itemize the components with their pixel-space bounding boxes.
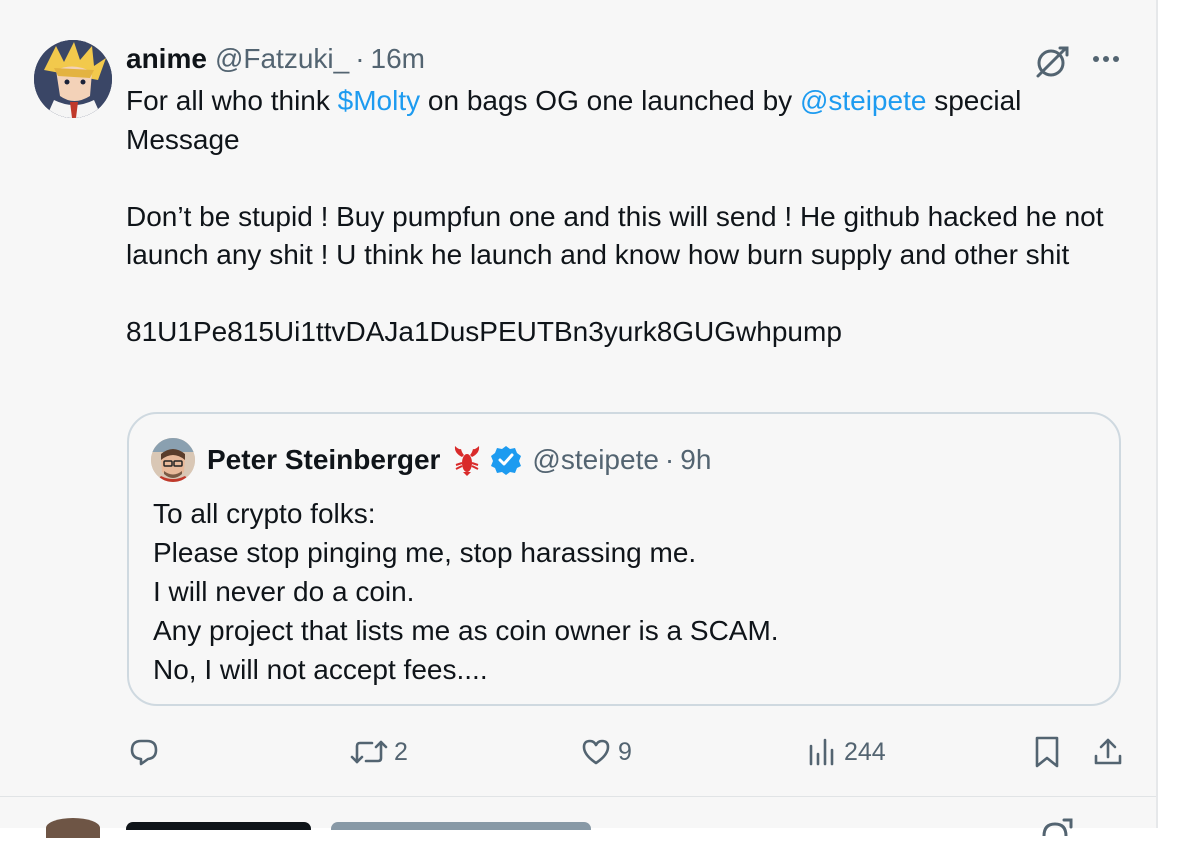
tweet-action-bar: 2 9 244	[0, 730, 1156, 774]
tweet-paragraph-3: 81U1Pe815Ui1ttvDAJa1DusPEUTBn3yurk8GUGwh…	[126, 316, 842, 347]
repost-icon	[350, 740, 388, 764]
tweet-header: anime @Fatzuki_ · 16m	[126, 41, 425, 77]
quoted-tweet[interactable]: Peter Steinberger @steipete · 9h To all …	[127, 412, 1121, 706]
repost-button[interactable]: 2	[350, 730, 408, 774]
author-avatar[interactable]	[34, 40, 112, 118]
quoted-header-separator: ·	[664, 444, 675, 475]
mention-link[interactable]: @steipete	[800, 85, 927, 116]
header-separator: ·	[355, 43, 365, 74]
cashtag-link[interactable]: $Molty	[338, 85, 420, 116]
repost-count: 2	[394, 737, 408, 766]
text-segment: For all who think	[126, 85, 338, 116]
lobster-emoji	[450, 443, 484, 477]
tweet-paragraph-2: Don’t be stupid ! Buy pumpfun one and th…	[126, 200, 1104, 271]
quoted-line: I will never do a coin.	[153, 576, 415, 607]
quoted-tweet-text: To all crypto folks: Please stop pinging…	[153, 494, 1093, 689]
share-button[interactable]	[1092, 730, 1124, 774]
share-icon	[1094, 738, 1122, 765]
tweet-paragraph-1: For all who think $Molty on bags OG one …	[126, 82, 1126, 159]
next-tweet-grok-icon[interactable]	[1036, 816, 1076, 837]
grok-icon[interactable]	[1032, 44, 1072, 80]
tweet-text: For all who think $Molty on bags OG one …	[126, 82, 1126, 352]
bookmark-button[interactable]	[1032, 730, 1062, 774]
quoted-tweet-timestamp[interactable]: 9h	[680, 444, 711, 476]
quoted-line: No, I will not accept fees....	[153, 654, 488, 685]
quoted-line: Please stop pinging me, stop harassing m…	[153, 537, 697, 568]
bookmark-icon	[1035, 736, 1059, 768]
reply-icon	[130, 739, 158, 766]
timeline-feed: anime @Fatzuki_ · 16m For all who think …	[0, 0, 1156, 838]
like-button[interactable]: 9	[580, 730, 632, 774]
quoted-author-name[interactable]: Peter Steinberger	[207, 444, 440, 476]
verified-badge-icon	[490, 444, 522, 476]
quoted-author-handle[interactable]: @steipete	[532, 444, 659, 476]
quoted-author-avatar[interactable]	[151, 438, 195, 482]
like-icon	[582, 739, 610, 765]
author-name[interactable]: anime	[126, 43, 207, 75]
column-border	[1156, 0, 1158, 828]
views-count: 244	[844, 737, 886, 766]
author-handle[interactable]: @Fatzuki_	[215, 43, 349, 75]
quoted-tweet-header: Peter Steinberger @steipete · 9h	[207, 440, 711, 480]
views-button[interactable]: 244	[806, 730, 886, 774]
tweet-timestamp[interactable]: 16m	[371, 43, 425, 75]
quoted-line: Any project that lists me as coin owner …	[153, 615, 779, 646]
quoted-line: To all crypto folks:	[153, 498, 376, 529]
like-count: 9	[618, 737, 632, 766]
next-tweet-avatar[interactable]	[46, 818, 100, 838]
text-segment: on bags OG one launched by	[420, 85, 800, 116]
tweet-divider	[0, 796, 1156, 797]
views-icon	[809, 738, 834, 766]
more-icon[interactable]	[1088, 46, 1124, 76]
reply-button[interactable]	[128, 730, 160, 774]
